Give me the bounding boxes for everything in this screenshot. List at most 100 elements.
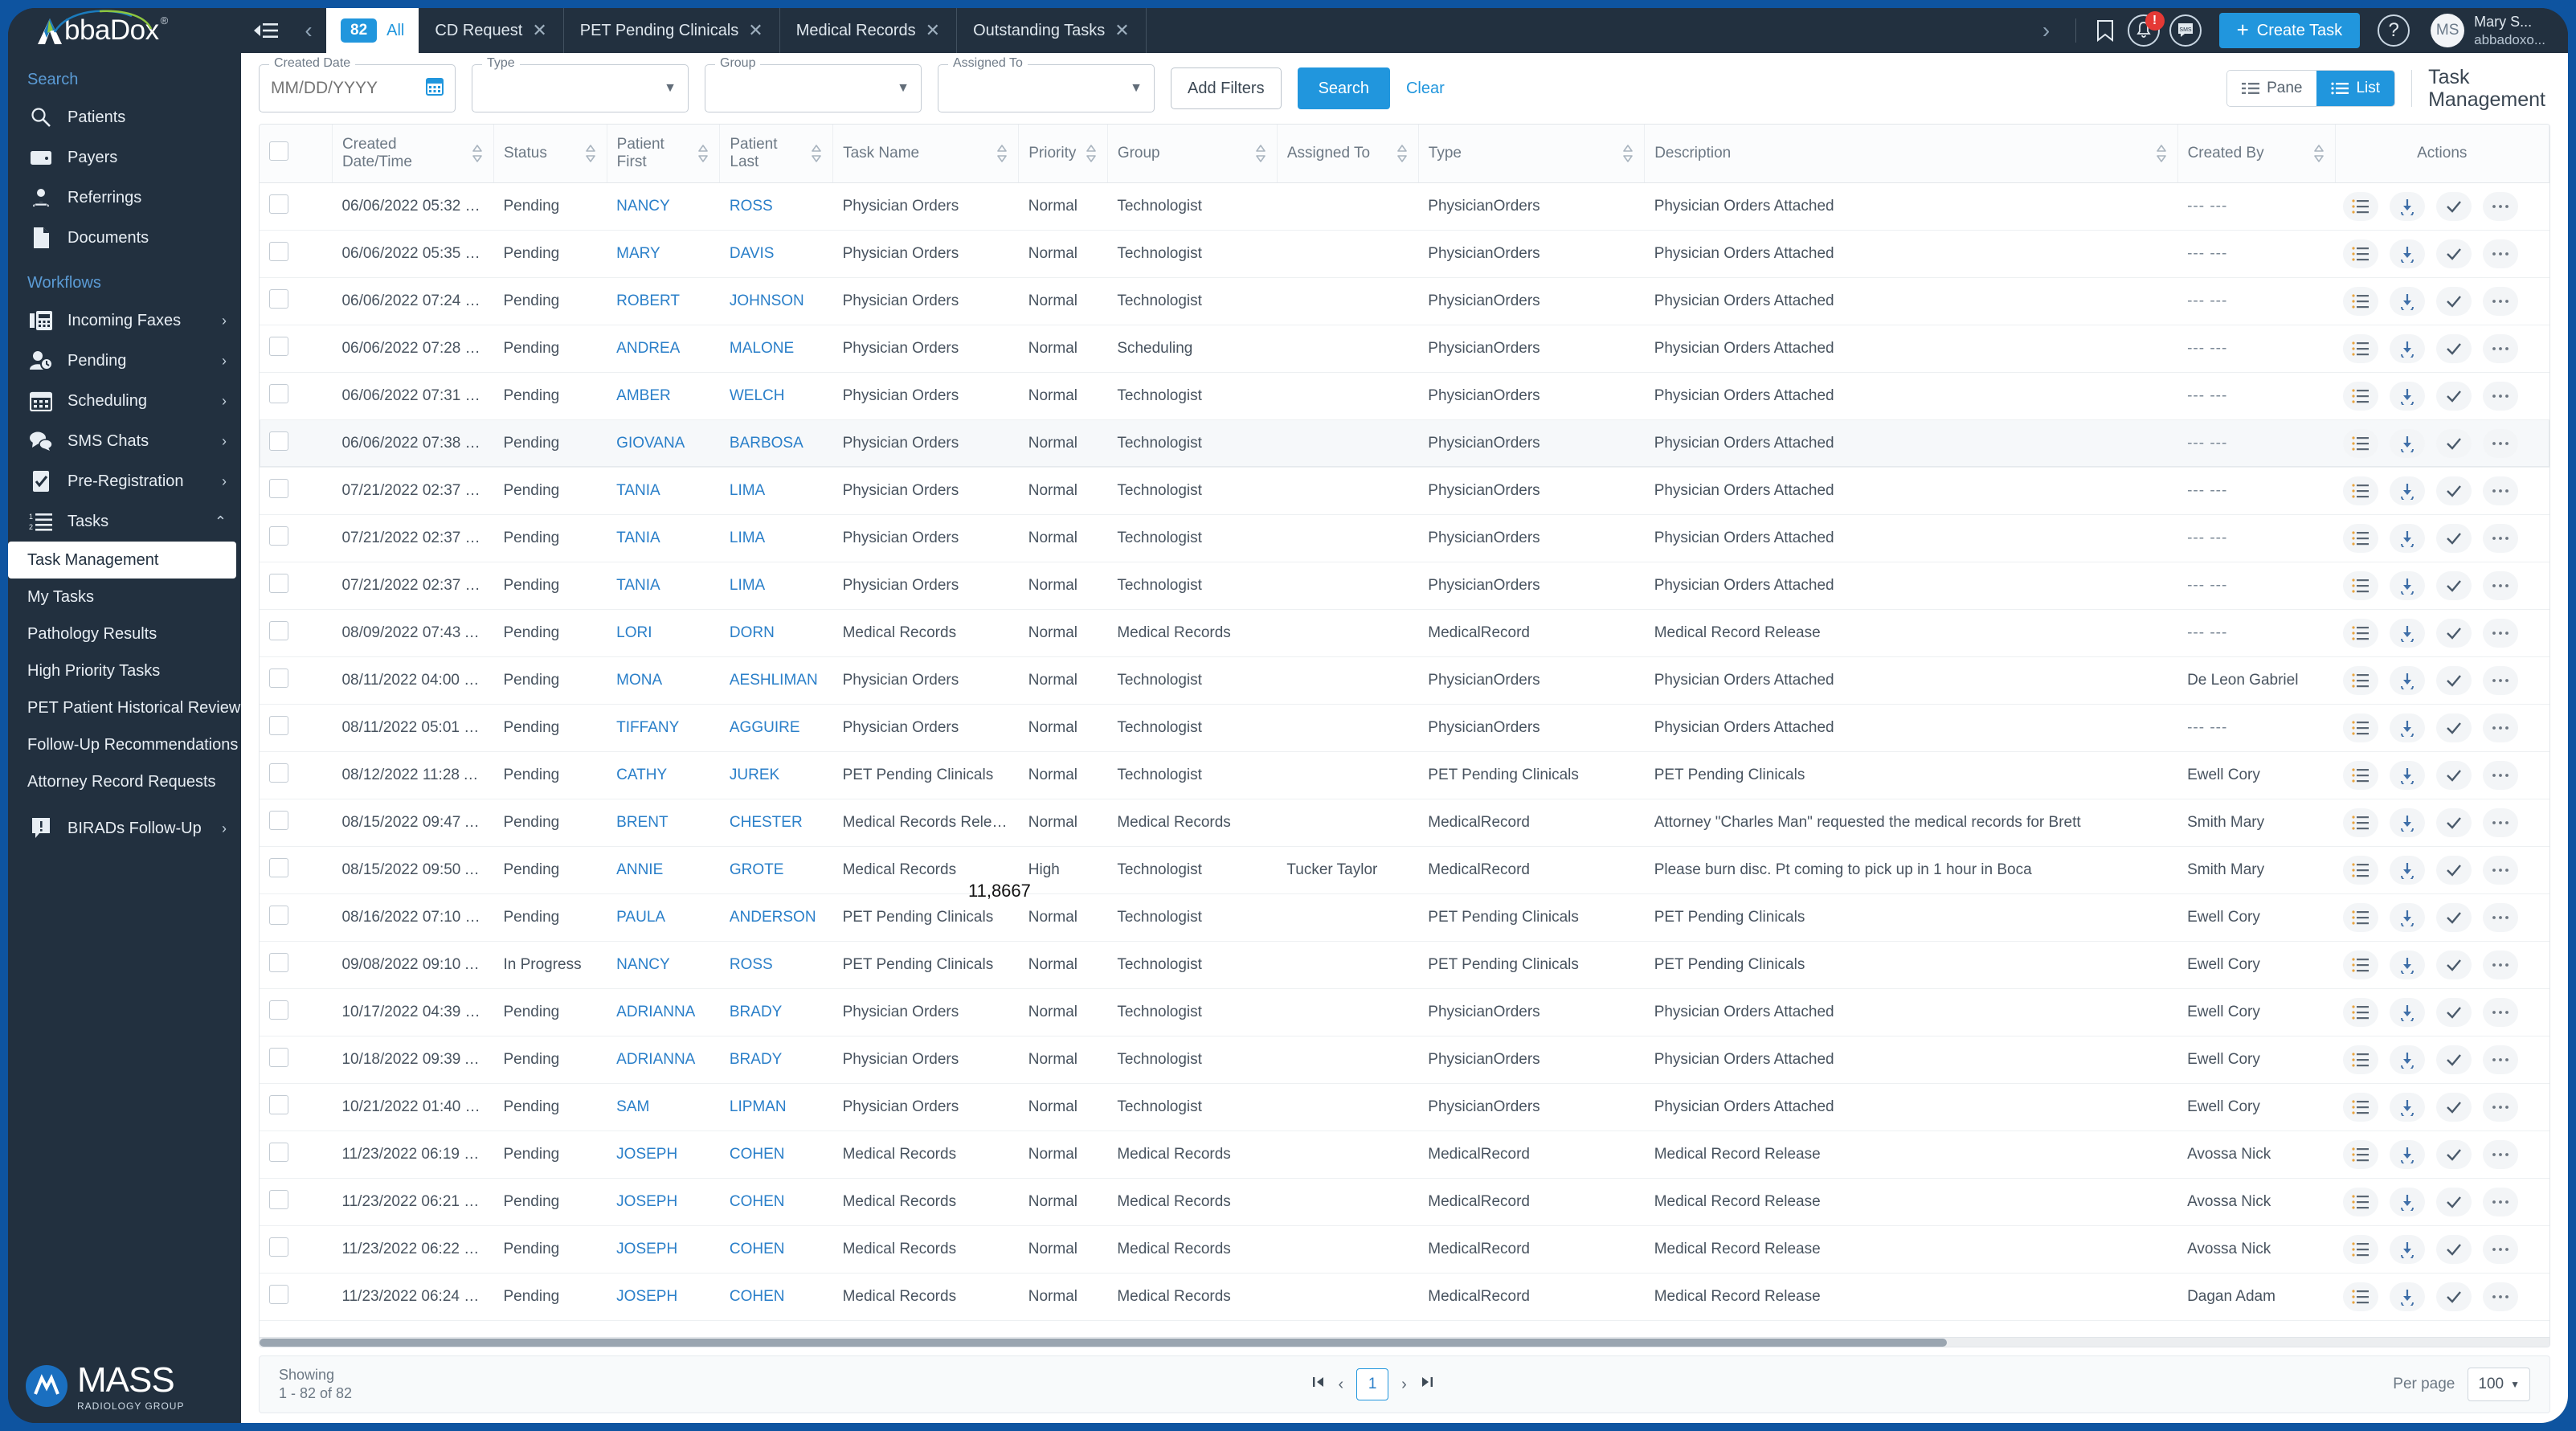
- created-date-filter[interactable]: Created Date: [259, 56, 456, 112]
- calendar-icon[interactable]: [426, 76, 444, 100]
- sort-icon[interactable]: [697, 141, 709, 166]
- check-icon[interactable]: [2436, 1187, 2472, 1216]
- next-page-button[interactable]: ›: [1401, 1376, 1407, 1394]
- sidebar-subitem-task-management[interactable]: Task Management: [8, 542, 236, 579]
- row-checkbox[interactable]: [269, 241, 288, 261]
- download-icon[interactable]: [2390, 855, 2426, 885]
- cell-patient-last[interactable]: BRADY: [719, 988, 833, 1036]
- row-checkbox[interactable]: [269, 763, 288, 783]
- avatar[interactable]: MS: [2431, 14, 2465, 47]
- row-checkbox[interactable]: [269, 1000, 288, 1020]
- cell-patient-last[interactable]: ANDERSON: [719, 893, 833, 942]
- cell-patient-first[interactable]: ADRIANNA: [607, 988, 720, 1036]
- column-header-group[interactable]: Group: [1107, 125, 1278, 183]
- download-icon[interactable]: [2390, 286, 2426, 316]
- sort-icon[interactable]: [584, 141, 597, 166]
- table-row[interactable]: 11/23/2022 06:22 PM Pending JOSEPH COHEN Med…: [260, 1225, 2549, 1274]
- download-icon[interactable]: [2390, 523, 2426, 553]
- check-icon[interactable]: [2436, 570, 2472, 600]
- list-detail-icon[interactable]: [2343, 523, 2379, 553]
- user-menu[interactable]: Mary S... abbadoxo...: [2474, 13, 2545, 48]
- cell-patient-last[interactable]: JOHNSON: [719, 277, 833, 325]
- pane-view-button[interactable]: Pane: [2227, 71, 2317, 106]
- cell-patient-first[interactable]: SAM: [607, 1083, 720, 1131]
- chevron-icon[interactable]: ⌃: [215, 513, 227, 530]
- download-icon[interactable]: [2390, 476, 2426, 505]
- check-icon[interactable]: [2436, 286, 2472, 316]
- table-row[interactable]: 06/06/2022 05:35 PM Pending MARY DAVIS Physi…: [260, 230, 2549, 278]
- table-row[interactable]: 10/18/2022 09:39 AM Pending ADRIANNA BRADY P…: [260, 1036, 2549, 1084]
- download-icon[interactable]: [2390, 760, 2426, 790]
- cell-patient-last[interactable]: LIMA: [719, 514, 833, 562]
- check-icon[interactable]: [2436, 950, 2472, 979]
- sidebar-item-birads-follow-up[interactable]: BIRADs Follow-Up ›: [8, 808, 241, 848]
- row-checkbox[interactable]: [269, 620, 288, 640]
- download-icon[interactable]: [2390, 1282, 2426, 1311]
- check-icon[interactable]: [2436, 1234, 2472, 1264]
- download-icon[interactable]: [2390, 570, 2426, 600]
- row-checkbox[interactable]: [269, 810, 288, 830]
- more-options-icon[interactable]: [2483, 476, 2519, 505]
- row-checkbox[interactable]: [269, 1189, 288, 1209]
- download-icon[interactable]: [2390, 1045, 2426, 1074]
- list-detail-icon[interactable]: [2343, 570, 2379, 600]
- row-checkbox[interactable]: [269, 573, 288, 593]
- table-row[interactable]: 07/21/2022 02:37 PM Pending TANIA LIMA Physi…: [260, 467, 2549, 515]
- column-header-status[interactable]: Status: [493, 125, 607, 183]
- sidebar-item-scheduling[interactable]: Scheduling ›: [8, 381, 241, 421]
- sidebar-subitem-attorney-record-requests[interactable]: Attorney Record Requests: [8, 763, 241, 800]
- sidebar-item-pending[interactable]: Pending ›: [8, 341, 241, 381]
- more-options-icon[interactable]: [2483, 239, 2519, 268]
- check-icon[interactable]: [2436, 191, 2472, 221]
- cell-patient-last[interactable]: COHEN: [719, 1273, 833, 1321]
- cell-patient-first[interactable]: JOSEPH: [607, 1178, 720, 1226]
- cell-patient-last[interactable]: DAVIS: [719, 230, 833, 278]
- more-options-icon[interactable]: [2483, 1187, 2519, 1216]
- download-icon[interactable]: [2390, 618, 2426, 648]
- list-detail-icon[interactable]: [2343, 665, 2379, 695]
- sms-button[interactable]: SMS: [2165, 13, 2206, 48]
- cell-patient-last[interactable]: AGGUIRE: [719, 704, 833, 752]
- table-row[interactable]: 08/16/2022 07:10 PM Pending PAULA ANDERSON P…: [260, 893, 2549, 942]
- sidebar-item-tasks[interactable]: 1 2 Tasks ⌃: [8, 501, 241, 542]
- check-icon[interactable]: [2436, 381, 2472, 411]
- cell-patient-last[interactable]: ROSS: [719, 941, 833, 989]
- more-options-icon[interactable]: [2483, 191, 2519, 221]
- download-icon[interactable]: [2390, 239, 2426, 268]
- row-checkbox[interactable]: [269, 857, 288, 877]
- more-options-icon[interactable]: [2483, 760, 2519, 790]
- list-detail-icon[interactable]: [2343, 1234, 2379, 1264]
- table-row[interactable]: 08/12/2022 11:28 AM Pending CATHY JUREK PET …: [260, 751, 2549, 799]
- cell-patient-last[interactable]: CHESTER: [719, 799, 833, 847]
- check-icon[interactable]: [2436, 476, 2472, 505]
- chevron-icon[interactable]: ›: [222, 393, 227, 410]
- check-icon[interactable]: [2436, 807, 2472, 837]
- more-options-icon[interactable]: [2483, 523, 2519, 553]
- check-icon[interactable]: [2436, 902, 2472, 932]
- sort-icon[interactable]: [471, 141, 484, 166]
- sidebar-collapse-icon[interactable]: [241, 8, 291, 53]
- list-detail-icon[interactable]: [2343, 902, 2379, 932]
- check-icon[interactable]: [2436, 333, 2472, 363]
- tab-outstanding-tasks[interactable]: Outstanding Tasks ✕: [957, 8, 1147, 53]
- sidebar-item-patients[interactable]: Patients: [8, 97, 241, 137]
- column-header-task[interactable]: Task Name: [832, 125, 1020, 183]
- list-detail-icon[interactable]: [2343, 950, 2379, 979]
- cell-patient-first[interactable]: JOSEPH: [607, 1225, 720, 1274]
- download-icon[interactable]: [2390, 902, 2426, 932]
- table-scroll-area[interactable]: Created Date/Time Status Patient First Pati…: [260, 125, 2549, 1337]
- check-icon[interactable]: [2436, 997, 2472, 1027]
- chevron-icon[interactable]: ›: [222, 433, 227, 450]
- cell-patient-first[interactable]: TANIA: [607, 467, 720, 515]
- cell-patient-last[interactable]: COHEN: [719, 1225, 833, 1274]
- list-detail-icon[interactable]: [2343, 1282, 2379, 1311]
- notifications-button[interactable]: !: [2123, 11, 2165, 48]
- sort-icon[interactable]: [2155, 141, 2168, 166]
- more-options-icon[interactable]: [2483, 997, 2519, 1027]
- cell-patient-first[interactable]: LORI: [607, 609, 720, 657]
- cell-patient-first[interactable]: GIOVANA: [607, 419, 720, 468]
- group-filter[interactable]: Group ▼: [705, 56, 922, 112]
- cell-patient-first[interactable]: BRENT: [607, 799, 720, 847]
- cell-patient-first[interactable]: NANCY: [607, 941, 720, 989]
- bookmark-icon[interactable]: [2087, 13, 2123, 48]
